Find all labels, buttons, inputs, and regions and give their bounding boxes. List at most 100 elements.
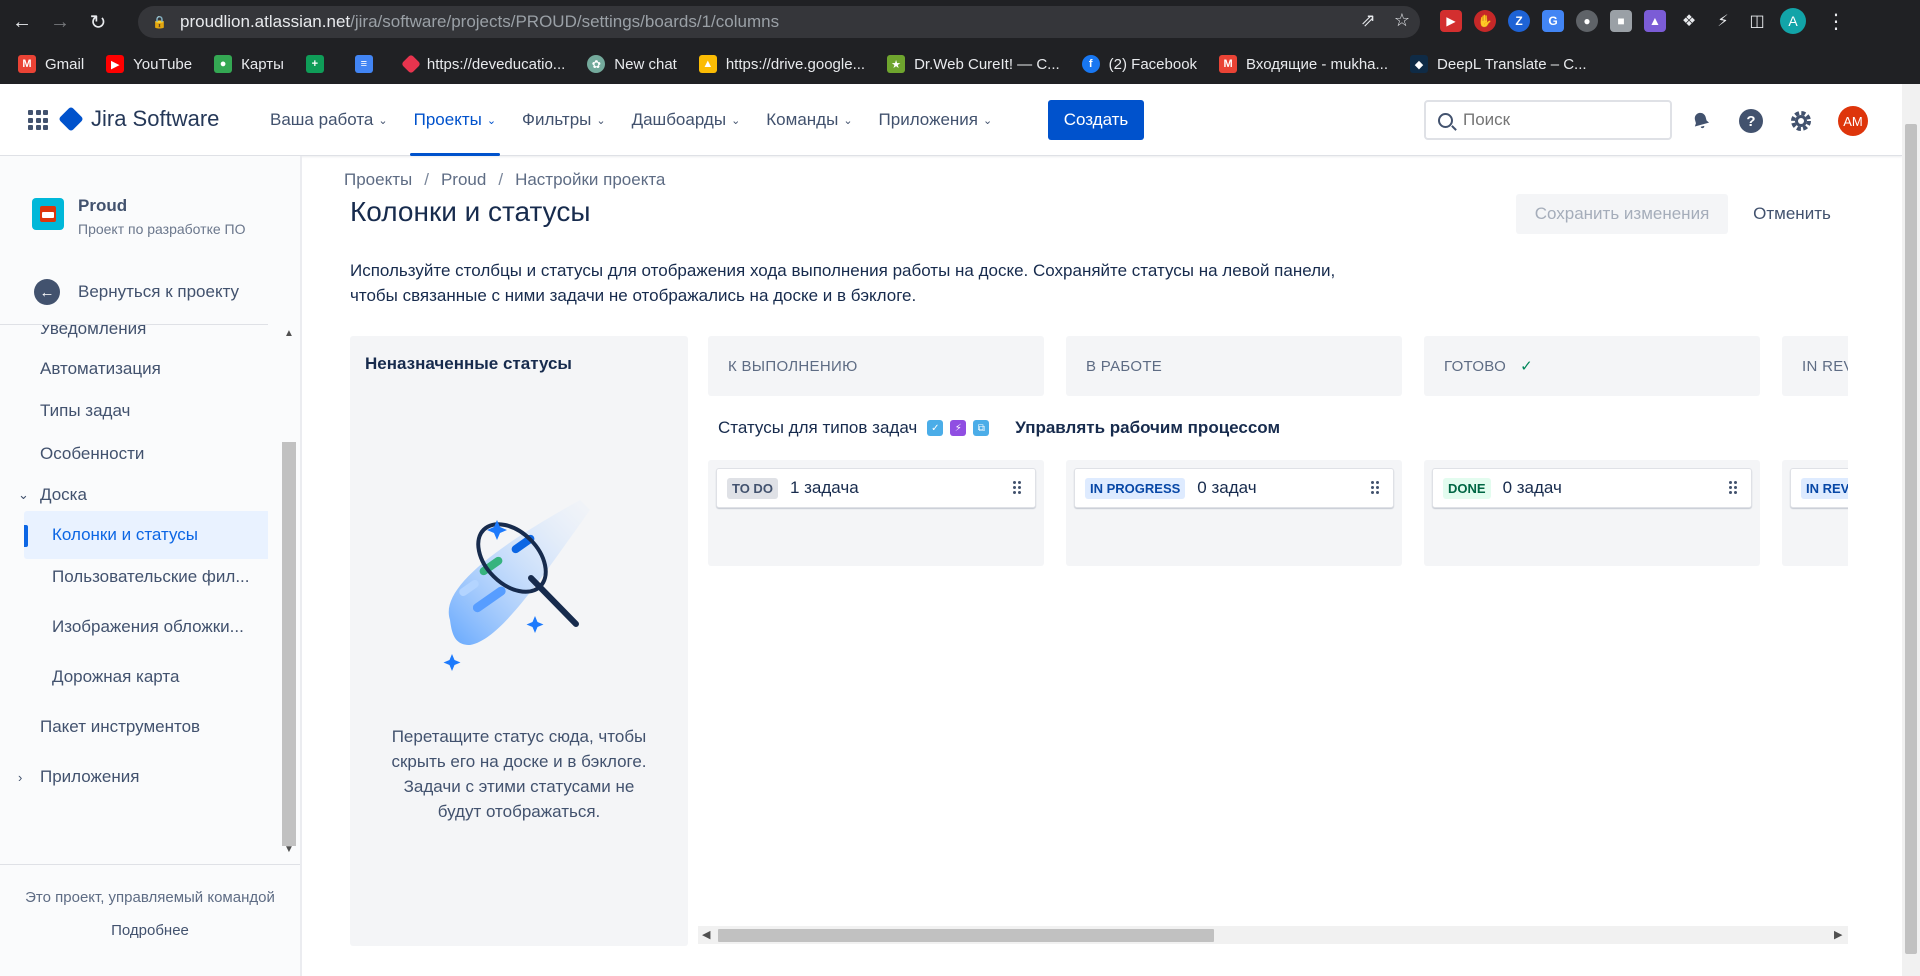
sidebar-item-columns-statuses[interactable]: Колонки и статусы: [24, 511, 268, 559]
breadcrumb-projects[interactable]: Проекты: [344, 170, 412, 190]
performance-icon[interactable]: ⚡: [1712, 10, 1734, 32]
drag-handle-icon[interactable]: [1371, 481, 1379, 494]
nav-dashboards[interactable]: Дашбоарды ⌄: [624, 84, 749, 156]
extension-icon[interactable]: ▶: [1440, 10, 1462, 32]
nav-projects[interactable]: Проекты ⌄: [406, 84, 504, 156]
sidepanel-icon[interactable]: ◫: [1746, 10, 1768, 32]
jira-diamond-icon: [58, 106, 84, 132]
jira-logo[interactable]: Jira Software: [58, 106, 220, 132]
back-to-project-link[interactable]: ← Вернуться к проекту: [34, 279, 239, 305]
chevron-down-icon: ⌄: [18, 487, 29, 502]
scroll-left-arrow-icon[interactable]: ◀: [702, 928, 710, 941]
zoom-extension-icon[interactable]: Z: [1508, 10, 1530, 32]
sidebar-item-card-covers[interactable]: Изображения обложки...: [24, 603, 268, 651]
profile-avatar[interactable]: A: [1780, 8, 1806, 34]
create-button[interactable]: Создать: [1048, 100, 1144, 140]
bookmark-item[interactable]: ▶ YouTube: [106, 55, 192, 73]
chevron-down-icon: ⌄: [731, 114, 741, 127]
notifications-bell-icon[interactable]: [1688, 108, 1714, 134]
bookmark-item[interactable]: ▲ https://drive.google...: [698, 55, 865, 73]
product-name: Jira Software: [91, 106, 220, 131]
bookmark-item[interactable]: +: [305, 55, 333, 73]
manage-workflow-link[interactable]: Управлять рабочим процессом: [1015, 418, 1280, 438]
bookmark-item[interactable]: ✿ New chat: [587, 55, 677, 73]
deveducation-icon: [400, 54, 421, 74]
puzzle-icon[interactable]: ❖: [1678, 10, 1700, 32]
page-scrollbar[interactable]: [1902, 84, 1920, 976]
sheets-icon: +: [305, 55, 324, 73]
search-box[interactable]: [1424, 100, 1672, 140]
column-header-done[interactable]: ГОТОВО ✓: [1424, 336, 1760, 396]
bookmark-item[interactable]: ★ Dr.Web CureIt! — C...: [887, 55, 1060, 73]
forward-arrow-icon[interactable]: →: [44, 6, 76, 38]
learn-more-link[interactable]: Подробнее: [0, 922, 300, 939]
scroll-down-arrow-icon[interactable]: ▼: [284, 844, 294, 855]
nav-teams[interactable]: Команды ⌄: [758, 84, 860, 156]
sidebar-item-issue-types[interactable]: Типы задач: [24, 387, 268, 435]
bookmark-item[interactable]: ◆ DeepL Translate – C...: [1410, 55, 1587, 73]
maps-icon: ●: [214, 55, 233, 73]
user-avatar[interactable]: AM: [1838, 106, 1868, 136]
app-switcher-icon[interactable]: [28, 110, 48, 130]
help-icon[interactable]: ?: [1738, 108, 1764, 134]
nav-your-work[interactable]: Ваша работа ⌄: [262, 84, 396, 156]
settings-gear-icon[interactable]: [1788, 108, 1814, 134]
gmail-icon: M: [1219, 55, 1238, 73]
address-bar[interactable]: 🔒 proudlion.atlassian.net/jira/software/…: [138, 6, 1420, 38]
drag-handle-icon[interactable]: [1013, 481, 1021, 494]
bookmark-item[interactable]: ≡: [354, 55, 382, 73]
translate-icon[interactable]: G: [1542, 10, 1564, 32]
bookmark-item[interactable]: M Gmail: [18, 55, 84, 73]
sidebar-item-custom-filters[interactable]: Пользовательские фил...: [24, 553, 268, 601]
save-changes-button[interactable]: Сохранить изменения: [1516, 194, 1728, 234]
scroll-right-arrow-icon[interactable]: ▶: [1834, 928, 1842, 941]
back-arrow-icon[interactable]: ←: [6, 6, 38, 38]
status-card-todo[interactable]: TO DO 1 задача: [716, 468, 1036, 508]
sidebar-item-toolchain[interactable]: Пакет инструментов: [24, 703, 268, 751]
status-card-done[interactable]: DONE 0 задач: [1432, 468, 1752, 508]
docs-icon: ≡: [354, 55, 373, 73]
breadcrumb-settings[interactable]: Настройки проекта: [515, 170, 665, 190]
chevron-down-icon: ⌄: [378, 114, 388, 127]
scrollbar-thumb[interactable]: [718, 929, 1214, 942]
column-body-done: DONE 0 задач: [1424, 460, 1760, 566]
check-icon: ✓: [1520, 358, 1533, 375]
bookmark-item[interactable]: https://deveducatio...: [400, 54, 565, 74]
nav-filters[interactable]: Фильтры ⌄: [514, 84, 614, 156]
bookmark-item[interactable]: M Входящие - mukha...: [1219, 55, 1388, 73]
bookmark-star-icon[interactable]: ☆: [1394, 10, 1410, 31]
column-header-in-progress[interactable]: В РАБОТЕ: [1066, 336, 1402, 396]
status-card-in-review[interactable]: IN REV: [1790, 468, 1848, 508]
column-header-in-review[interactable]: IN REV: [1782, 336, 1848, 396]
scroll-up-arrow-icon[interactable]: ▲: [284, 328, 294, 339]
extension-icon[interactable]: ■: [1610, 10, 1632, 32]
column-header-todo[interactable]: К ВЫПОЛНЕНИЮ: [708, 336, 1044, 396]
bookmark-item[interactable]: ● Карты: [214, 55, 284, 73]
status-card-in-progress[interactable]: IN PROGRESS 0 задач: [1074, 468, 1394, 508]
url-host: proudlion.atlassian.net: [180, 12, 351, 31]
status-lozenge: TO DO: [727, 477, 778, 499]
column-body-in-review: IN REV: [1782, 460, 1848, 566]
extension-icon[interactable]: ▲: [1644, 10, 1666, 32]
share-icon[interactable]: ⇗: [1361, 10, 1376, 31]
adblock-icon[interactable]: ✋: [1474, 10, 1496, 32]
youtube-icon: ▶: [106, 55, 125, 73]
drag-handle-icon[interactable]: [1729, 481, 1737, 494]
sidebar-item-automation[interactable]: Автоматизация: [24, 345, 268, 393]
bookmark-item[interactable]: f (2) Facebook: [1081, 55, 1197, 73]
extension-icon[interactable]: ●: [1576, 10, 1598, 32]
search-icon: [1438, 112, 1453, 128]
column-body-todo: TO DO 1 задача: [708, 460, 1044, 566]
search-input[interactable]: [1463, 110, 1653, 130]
sidebar-item-apps[interactable]: › Приложения: [18, 753, 268, 801]
sidebar-scrollbar[interactable]: ▲ ▼: [282, 328, 296, 856]
issue-type-statuses-label: Статусы для типов задач: [718, 418, 918, 437]
breadcrumb-project[interactable]: Proud: [441, 170, 486, 190]
cancel-button[interactable]: Отменить: [1738, 194, 1846, 234]
nav-apps[interactable]: Приложения ⌄: [871, 84, 1001, 156]
menu-dots-icon[interactable]: ⋮: [1826, 9, 1846, 34]
reload-icon[interactable]: ↻: [82, 6, 114, 38]
project-header[interactable]: Proud Проект по разработке ПО: [32, 196, 246, 237]
sidebar-item-roadmap[interactable]: Дорожная карта: [24, 653, 268, 701]
board-horizontal-scrollbar[interactable]: ◀ ▶: [698, 926, 1848, 944]
